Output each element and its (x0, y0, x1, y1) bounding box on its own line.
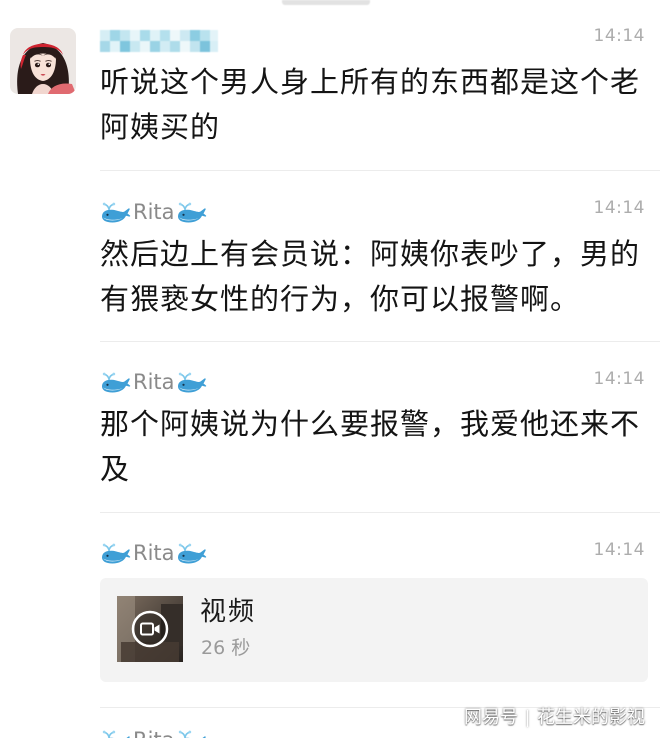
message-line: 那个阿姨说为什么要报警，我爱他还来不 (100, 407, 641, 441)
sender-name-text: Rita (133, 370, 175, 394)
whale-icon (101, 201, 131, 224)
sender-name-text: Rita (133, 200, 175, 224)
whale-icon (176, 729, 207, 738)
watermark-separator (527, 709, 528, 727)
message-text: 听说这个男人身上所有的东西都是这个老 阿姨买的 (100, 60, 656, 150)
whale-icon (101, 371, 131, 394)
blurred-sender-name (100, 30, 218, 52)
sender-name-text: Rita (131, 726, 176, 738)
sender-name: Rita (100, 368, 207, 396)
sender-name: Rita (100, 198, 207, 226)
message-time: 14:14 (593, 26, 645, 46)
message-line: 有猥亵女性的行为，你可以报警啊。 (100, 282, 581, 316)
whale-icon (101, 729, 131, 738)
sender-name: Rita (100, 539, 207, 567)
watermark: 网易号 花生米的影视 (464, 706, 645, 730)
message-line: 及 (100, 452, 131, 486)
sender-name-text: Rita (133, 541, 175, 565)
watermark-platform: 网易号 (464, 707, 518, 728)
message-divider (100, 170, 660, 171)
chat-history-view: 14:14 听说这个男人身上所有的东西都是这个老 阿姨买的 Rita 14:14… (0, 0, 660, 738)
message-line: 然后边上有会员说：阿姨你表吵了，男的 (100, 237, 641, 271)
whale-icon (176, 542, 207, 565)
video-thumbnail[interactable] (117, 596, 183, 662)
video-duration: 26 秒 (201, 637, 251, 659)
message-time: 14:14 (593, 198, 645, 218)
video-camera-icon (117, 596, 183, 662)
message-time: 14:14 (593, 540, 645, 560)
video-message-card[interactable]: 视频 26 秒 (100, 578, 648, 682)
watermark-account: 花生米的影视 (537, 707, 645, 728)
woman-avatar-icon (10, 28, 76, 94)
avatar[interactable] (10, 28, 76, 94)
sender-name: Rita (100, 726, 207, 738)
message-time: 14:14 (593, 369, 645, 389)
message-divider (100, 341, 660, 342)
message-text: 那个阿姨说为什么要报警，我爱他还来不 及 (100, 402, 656, 492)
message-line: 阿姨买的 (100, 110, 221, 144)
previous-item-fragment (282, 0, 370, 5)
whale-icon (176, 371, 207, 394)
message-divider (100, 512, 660, 513)
whale-icon (101, 542, 131, 565)
message-text: 然后边上有会员说：阿姨你表吵了，男的 有猥亵女性的行为，你可以报警啊。 (100, 232, 656, 322)
message-line: 听说这个男人身上所有的东西都是这个老 (100, 65, 641, 99)
video-title: 视频 (200, 597, 257, 627)
whale-icon (176, 201, 207, 224)
